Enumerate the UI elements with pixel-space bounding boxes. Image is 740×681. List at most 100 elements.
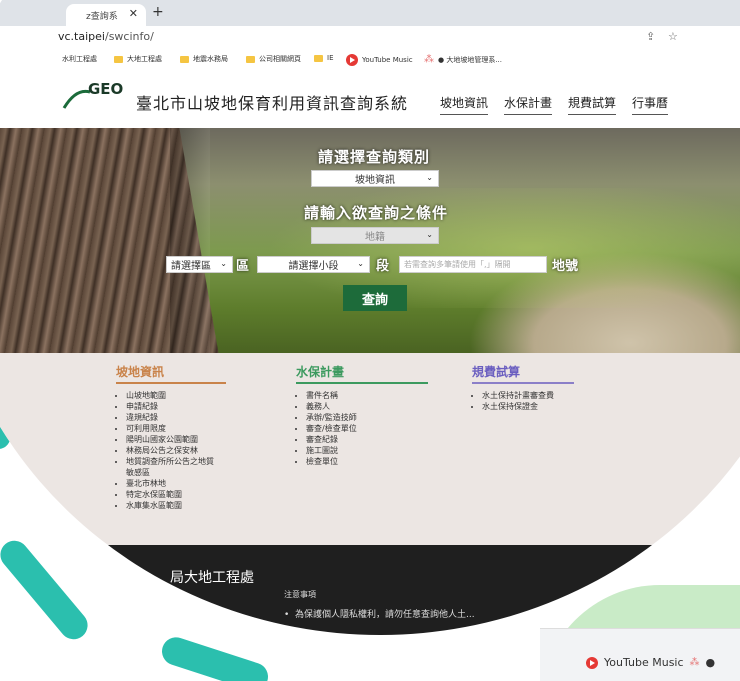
youtube-music-icon	[586, 656, 598, 669]
list-item[interactable]: 違規紀錄	[126, 412, 236, 423]
share-icon[interactable]: ⇪	[646, 30, 655, 43]
column-title: 規費試算	[472, 363, 574, 384]
list-item[interactable]: 陽明山國家公園範圍	[126, 434, 236, 445]
list-item[interactable]: 地質調查所所公告之地質	[126, 456, 236, 467]
tree-shadow	[170, 128, 210, 353]
main-nav: 坡地資訊 水保計畫 規費試算 行事曆	[440, 94, 669, 115]
district-select-value: 請選擇區	[171, 261, 211, 272]
bookmarks-bar: 水利工程處 大地工程處 地震水務局 公司相關網頁 IE YouTube Musi…	[0, 48, 740, 71]
section-select[interactable]: 請選擇小段 ⌄	[257, 256, 370, 273]
folder-icon	[314, 54, 323, 62]
close-icon[interactable]: ✕	[129, 7, 138, 20]
lot-suffix: 地號	[552, 259, 579, 274]
footer-notice: • 為保護個人隱私權利，請勿任意查詢他人土...	[284, 610, 475, 620]
chevron-down-icon: ⌄	[426, 173, 433, 182]
category-select-value: 坡地資訊	[355, 175, 395, 186]
list-item[interactable]: 審查/檢查單位	[306, 423, 428, 434]
bookmark-item[interactable]: ⁂ ● 大地坡地管理系...	[424, 54, 502, 65]
district-suffix: 區	[236, 259, 250, 274]
decorative-stroke	[158, 633, 272, 681]
chevron-down-icon: ⌄	[220, 259, 227, 268]
bookmark-item[interactable]: 地震水務局	[180, 54, 228, 64]
nav-item-fee-calc[interactable]: 規費試算	[568, 94, 617, 115]
chevron-down-icon: ⌄	[426, 230, 433, 239]
category-select[interactable]: 坡地資訊 ⌄	[311, 170, 439, 187]
list-item[interactable]: 可利用限度	[126, 423, 236, 434]
column-title: 水保計畫	[296, 363, 428, 384]
list-item[interactable]: 施工圖說	[306, 445, 428, 456]
nav-item-soil-plan[interactable]: 水保計畫	[504, 94, 553, 115]
site-title: 臺北市山坡地保育利用資訊查詢系統	[136, 94, 409, 113]
bookmark-item[interactable]: 公司相關網頁	[246, 54, 301, 64]
list-item[interactable]: 審查紀錄	[306, 434, 428, 445]
bookmark-label: YouTube Music	[362, 56, 413, 64]
link-column-plan: 水保計畫 書件名稱 義務人 承辦/監造技師 審查/檢查單位 審查紀錄 施工圖說 …	[296, 363, 428, 467]
bookmark-label: ● 大地坡地管理系...	[438, 55, 503, 64]
link-column-slope: 坡地資訊 山坡地範圍 申請紀錄 違規紀錄 可利用限度 陽明山國家公園範圍 林務局…	[116, 363, 236, 511]
list-item[interactable]: 水庫集水區範圍	[126, 500, 236, 511]
list-item[interactable]: 敏感區	[126, 467, 236, 478]
list-item[interactable]: 林務局公告之保安林	[126, 445, 236, 456]
links-section: 坡地資訊 山坡地範圍 申請紀錄 違規紀錄 可利用限度 陽明山國家公園範圍 林務局…	[0, 353, 740, 545]
url-host: vc.taipei	[58, 30, 105, 43]
bookmark-label: 水利工程處	[62, 55, 97, 63]
list-item[interactable]: 申請紀錄	[126, 401, 236, 412]
list-item[interactable]: 書件名稱	[306, 390, 428, 401]
bookmark-item[interactable]: 大地工程處	[114, 54, 162, 64]
bottom-youtube-music-label: YouTube Music	[604, 656, 684, 669]
footer-notice-title: 注意事項	[284, 590, 316, 599]
youtube-music-icon	[346, 54, 358, 66]
chevron-down-icon: ⌄	[357, 259, 364, 268]
url-path: /swcinfo/	[104, 30, 154, 43]
lot-number-input[interactable]: 若需查詢多筆請使用「,」隔開	[399, 256, 547, 273]
footer-title: 局大地工程處	[170, 570, 254, 586]
browser-tab[interactable]: z查詢系 ✕	[66, 4, 146, 26]
logo-text[interactable]: GEO	[88, 80, 123, 98]
bookmark-item[interactable]: 水利工程處	[62, 54, 97, 64]
address-bar[interactable]: vc.taipei/swcinfo/ ⇪ ☆	[0, 26, 740, 49]
column-title: 坡地資訊	[116, 363, 226, 384]
bookmark-item[interactable]: YouTube Music	[346, 54, 413, 66]
link-list: 水土保持計畫審查費 水土保持保證金	[472, 390, 574, 412]
link-list: 山坡地範圍 申請紀錄 違規紀錄 可利用限度 陽明山國家公園範圍 林務局公告之保安…	[116, 390, 236, 511]
condition-select-value: 地籍	[365, 232, 385, 243]
query-button[interactable]: 查詢	[343, 285, 407, 311]
district-select[interactable]: 請選擇區 ⌄	[166, 256, 233, 273]
new-tab-button[interactable]: +	[152, 4, 164, 20]
bookmark-label: 公司相關網頁	[259, 55, 301, 63]
condition-select[interactable]: 地籍 ⌄	[311, 227, 439, 244]
footer-notice-text: 為保護個人隱私權利，請勿任意查詢他人土...	[295, 610, 475, 620]
folder-icon	[246, 55, 255, 63]
list-item[interactable]: 水土保持保證金	[482, 401, 574, 412]
star-icon[interactable]: ☆	[668, 30, 678, 43]
list-item[interactable]: 特定水保區範圍	[126, 489, 236, 500]
screenshot-content: z查詢系 ✕ + vc.taipei/swcinfo/ ⇪ ☆ 水利工程處 大地…	[0, 0, 740, 635]
nav-item-calendar[interactable]: 行事曆	[632, 94, 669, 115]
section-select-value: 請選擇小段	[288, 261, 339, 272]
cluster-icon: ⁂	[424, 54, 434, 65]
cluster-icon: ⁂	[689, 657, 700, 668]
list-item[interactable]: 檢查單位	[306, 456, 428, 467]
heading-category: 請選擇查詢類別	[318, 148, 431, 166]
site-header: GEO 臺北市山坡地保育利用資訊查詢系統 坡地資訊 水保計畫 規費試算 行事曆	[0, 70, 740, 128]
site-footer: 局大地工程處 注意事項 • 為保護個人隱私權利，請勿任意查詢他人土...	[0, 545, 740, 635]
link-column-fee: 規費試算 水土保持計畫審查費 水土保持保證金	[472, 363, 574, 412]
bookmark-item[interactable]: IE	[314, 54, 334, 62]
list-item[interactable]: 臺北市林地	[126, 478, 236, 489]
bottom-youtube-music-bookmark[interactable]: YouTube Music ⁂ ●	[586, 656, 715, 669]
link-list: 書件名稱 義務人 承辦/監造技師 審查/檢查單位 審查紀錄 施工圖說 檢查單位	[296, 390, 428, 467]
tab-title: z查詢系	[86, 11, 118, 22]
list-item[interactable]: 義務人	[306, 401, 428, 412]
list-item[interactable]: 承辦/監造技師	[306, 412, 428, 423]
bookmark-label: 大地工程處	[127, 55, 162, 63]
list-item[interactable]: 水土保持計畫審查費	[482, 390, 574, 401]
bookmark-label: IE	[327, 54, 334, 62]
bookmark-label: 地震水務局	[193, 55, 228, 63]
section-suffix: 段	[376, 259, 390, 274]
screenshot-lens: z查詢系 ✕ + vc.taipei/swcinfo/ ⇪ ☆ 水利工程處 大地…	[0, 0, 740, 635]
stage: YouTube Music ⁂ ● z查詢系 ✕ + vc.taipei/swc…	[0, 0, 740, 681]
heading-condition: 請輸入欲查詢之條件	[304, 204, 449, 222]
url-text[interactable]: vc.taipei/swcinfo/	[58, 30, 154, 43]
nav-item-slope-info[interactable]: 坡地資訊	[440, 94, 489, 115]
list-item[interactable]: 山坡地範圍	[126, 390, 236, 401]
